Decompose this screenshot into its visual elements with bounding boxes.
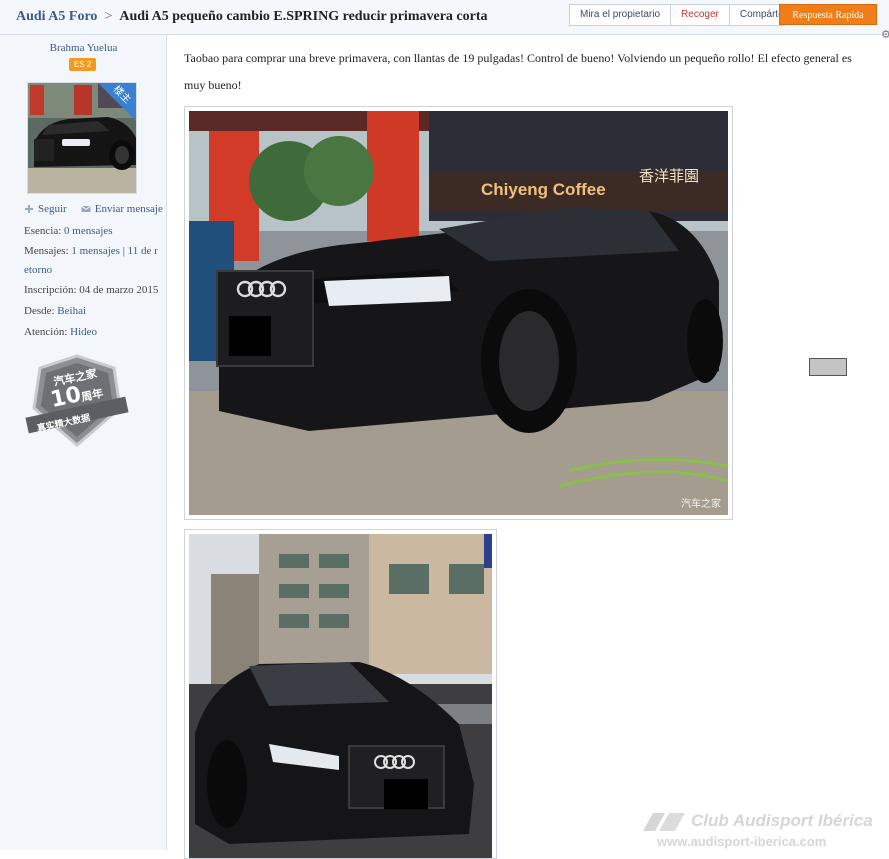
- scroll-thumb[interactable]: [809, 358, 847, 376]
- author-actions: Seguir Enviar mensaje: [24, 203, 163, 215]
- collect-button[interactable]: Recoger: [670, 4, 730, 26]
- club-logo-icon: [643, 813, 685, 831]
- coffee-sign: Chiyeng Coffee: [481, 180, 606, 199]
- essence-value[interactable]: 0 mensajes: [64, 225, 113, 237]
- posts-info-cont: etorno: [24, 264, 52, 276]
- thread-title: Audi A5 pequeño cambio E.SPRING reducir …: [119, 9, 488, 24]
- follow-label: Seguir: [38, 203, 67, 215]
- envelope-icon: [80, 205, 91, 212]
- from-label: Desde:: [24, 305, 55, 317]
- photo-black-audi-front: Chiyeng Coffee 香洋菲園 汽车之家: [189, 111, 728, 515]
- attention-info: Atención: Hideo: [24, 326, 97, 338]
- joined-info: Inscripción: 04 de marzo 2015: [24, 284, 158, 296]
- joined-label: Inscripción:: [24, 284, 77, 296]
- breadcrumb-separator: >: [104, 9, 113, 24]
- joined-value: 04 de marzo 2015: [79, 284, 159, 296]
- anniversary-badge: 汽车之家 10 周年 真实精大数据: [25, 354, 129, 447]
- coffee-sign-cn: 香洋菲園: [639, 167, 699, 185]
- thread-header: Audi A5 Foro > Audi A5 pequeño cambio E.SP…: [0, 0, 889, 41]
- plus-icon: [25, 205, 33, 213]
- posts-label: Mensajes:: [24, 245, 69, 257]
- photo-watermark: 汽车之家: [681, 497, 721, 510]
- forum-link[interactable]: Audi A5 Foro: [16, 9, 97, 24]
- share-button[interactable]: Compártelo: [728, 4, 785, 26]
- thread-actions: Mira el propietario Recoger Compártelo: [569, 4, 785, 26]
- avatar[interactable]: 楼主: [27, 82, 137, 194]
- watermark-url: www.audisport-iberica.com: [657, 834, 827, 849]
- from-info: Desde: Beihai: [24, 305, 86, 317]
- posts-info: Mensajes: 1 mensajes | 11 de r: [24, 245, 158, 257]
- level-badge: ES 2: [69, 58, 96, 71]
- essence-info: Esencia: 0 mensajes: [24, 225, 113, 237]
- post-content: Taobao para comprar una breve primavera,…: [167, 35, 889, 859]
- from-value[interactable]: Beihai: [57, 305, 86, 317]
- attention-label: Atención:: [24, 326, 68, 338]
- view-owner-button[interactable]: Mira el propietario: [569, 4, 672, 26]
- quick-reply-button[interactable]: Respuesta Rapida: [779, 4, 877, 25]
- posts-value[interactable]: 1 mensajes: [71, 245, 120, 257]
- photo-black-audi-street: [189, 534, 492, 858]
- post-photo-1[interactable]: Chiyeng Coffee 香洋菲園 汽车之家: [184, 106, 733, 520]
- post-body-text: Taobao para comprar una breve primavera,…: [184, 51, 852, 92]
- send-message-link[interactable]: Enviar mensaje: [80, 203, 163, 215]
- follow-link[interactable]: Seguir: [24, 203, 67, 215]
- replies-value-cont[interactable]: etorno: [24, 264, 52, 276]
- post-photo-2[interactable]: [184, 529, 497, 859]
- send-message-label: Enviar mensaje: [94, 203, 163, 215]
- author-sidebar: Brahma Yuelua ES 2 楼主 Seguir Enviar mens…: [0, 35, 167, 850]
- watermark-name: Club Audisport Ibérica: [691, 811, 873, 830]
- essence-label: Esencia:: [24, 225, 62, 237]
- replies-value[interactable]: 11 de r: [128, 245, 158, 257]
- author-name[interactable]: Brahma Yuelua: [0, 42, 166, 54]
- breadcrumb: Audi A5 Foro > Audi A5 pequeño cambio E.SP…: [16, 9, 488, 25]
- attention-value[interactable]: Hideo: [70, 326, 97, 338]
